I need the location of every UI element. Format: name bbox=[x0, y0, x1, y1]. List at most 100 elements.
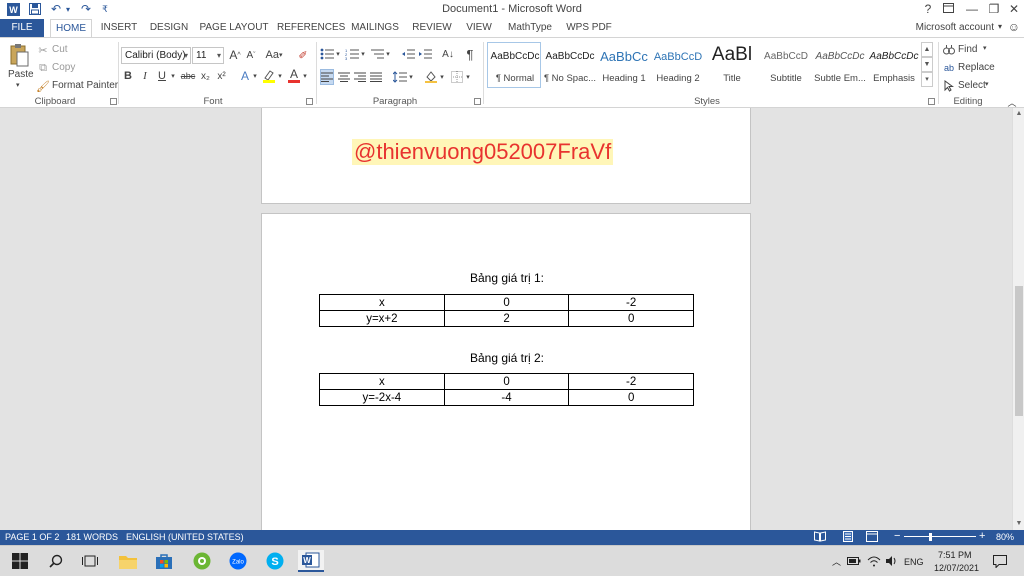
highlight-caret-icon[interactable]: ▾ bbox=[277, 68, 283, 84]
style-heading-1[interactable]: AaBbCc Heading 1 bbox=[596, 42, 650, 88]
file-explorer-icon[interactable] bbox=[116, 550, 140, 572]
word-count-status[interactable]: 181 WORDS bbox=[66, 532, 118, 542]
table-cell[interactable]: x bbox=[319, 294, 445, 311]
save-icon[interactable] bbox=[28, 2, 42, 16]
zoom-out-button[interactable]: − bbox=[894, 530, 900, 542]
zoom-in-button[interactable]: + bbox=[979, 530, 985, 542]
page-1[interactable]: @thienvuong052007FraVf bbox=[261, 108, 751, 204]
scroll-up-icon[interactable]: ▲ bbox=[1013, 108, 1024, 120]
line-spacing-caret-icon[interactable]: ▾ bbox=[408, 69, 414, 85]
decrease-indent-icon[interactable] bbox=[401, 46, 415, 62]
zoom-slider-track[interactable] bbox=[904, 536, 976, 537]
replace-button[interactable]: Replace bbox=[958, 62, 995, 73]
wifi-icon[interactable] bbox=[866, 550, 882, 572]
volume-icon[interactable] bbox=[884, 550, 900, 572]
undo-icon[interactable]: ↶ bbox=[50, 2, 62, 16]
table-cell[interactable]: 0 bbox=[568, 310, 694, 327]
table-cell[interactable]: -2 bbox=[568, 373, 694, 390]
page-count-status[interactable]: PAGE 1 OF 2 bbox=[5, 532, 59, 542]
select-caret-icon[interactable]: ▾ bbox=[985, 80, 989, 88]
search-icon[interactable] bbox=[44, 550, 68, 572]
italic-button[interactable]: I bbox=[139, 68, 151, 84]
tab-references[interactable]: REFERENCES bbox=[277, 19, 345, 37]
tab-mathtype[interactable]: MathType bbox=[505, 19, 555, 37]
justify-icon[interactable] bbox=[369, 69, 383, 85]
restore-button[interactable]: ❐ bbox=[984, 2, 1004, 17]
superscript-button[interactable]: x² bbox=[215, 68, 228, 84]
underline-button[interactable]: U bbox=[156, 68, 168, 84]
read-mode-icon[interactable] bbox=[814, 531, 826, 544]
tab-view[interactable]: VIEW bbox=[462, 19, 496, 37]
styles-scroll-down-icon[interactable]: ▼ bbox=[921, 57, 933, 72]
customize-qat-icon[interactable]: ₹ bbox=[100, 2, 110, 16]
align-center-icon[interactable] bbox=[337, 69, 351, 85]
skype-icon[interactable]: S bbox=[263, 550, 287, 572]
align-left-icon[interactable] bbox=[320, 69, 334, 85]
shading-caret-icon[interactable]: ▾ bbox=[439, 69, 445, 85]
help-button[interactable]: ? bbox=[918, 2, 938, 17]
ribbon-display-options-icon[interactable] bbox=[938, 2, 958, 17]
language-status[interactable]: ENGLISH (UNITED STATES) bbox=[126, 532, 244, 542]
value-table-1[interactable]: x 0 -2 y=x+2 2 0 bbox=[319, 294, 694, 327]
windows-start-icon[interactable] bbox=[8, 550, 32, 572]
numbering-icon[interactable]: 123 bbox=[345, 46, 359, 62]
format-painter-icon[interactable]: 🖌 bbox=[36, 78, 50, 94]
find-button[interactable]: Find bbox=[958, 44, 977, 55]
style-normal[interactable]: AaBbCcDc ¶ Normal bbox=[487, 42, 541, 88]
table-cell[interactable]: y=-2x-4 bbox=[319, 389, 445, 406]
word-app-icon[interactable]: W bbox=[6, 2, 20, 16]
font-color-button[interactable]: A bbox=[287, 66, 301, 84]
zalo-icon[interactable]: Zalo bbox=[226, 550, 250, 572]
value-table-2[interactable]: x 0 -2 y=-2x-4 -4 0 bbox=[319, 373, 694, 406]
scroll-thumb[interactable] bbox=[1015, 286, 1023, 416]
text-effects-button[interactable]: A bbox=[238, 68, 252, 84]
tab-home[interactable]: HOME bbox=[50, 19, 92, 37]
replace-icon[interactable]: ab bbox=[943, 60, 955, 76]
copy-button[interactable]: Copy bbox=[52, 62, 75, 73]
subscript-button[interactable]: x₂ bbox=[199, 68, 212, 84]
undo-dropdown-icon[interactable]: ▾ bbox=[64, 2, 72, 16]
font-color-caret-icon[interactable]: ▾ bbox=[302, 68, 308, 84]
table-cell[interactable]: y=x+2 bbox=[319, 310, 445, 327]
line-spacing-icon[interactable] bbox=[393, 69, 407, 85]
bullets-caret-icon[interactable]: ▾ bbox=[335, 46, 341, 62]
redo-icon[interactable]: ↷ bbox=[80, 2, 92, 16]
style-heading-2[interactable]: AaBbCcD Heading 2 bbox=[650, 42, 704, 88]
tab-review[interactable]: REVIEW bbox=[411, 19, 453, 37]
sort-icon[interactable]: A↓ bbox=[441, 46, 455, 62]
tab-wps-pdf[interactable]: WPS PDF bbox=[564, 19, 614, 37]
format-painter-button[interactable]: Format Painter bbox=[52, 80, 118, 91]
vertical-scrollbar[interactable]: ▲ ▼ bbox=[1012, 108, 1024, 530]
print-layout-icon[interactable] bbox=[842, 531, 854, 544]
word-taskbar-icon[interactable]: W bbox=[298, 550, 324, 572]
smiley-feedback-icon[interactable]: ☺ bbox=[1008, 20, 1020, 34]
borders-caret-icon[interactable]: ▾ bbox=[465, 69, 471, 85]
paste-button[interactable]: Paste bbox=[8, 69, 34, 80]
table-cell[interactable]: -4 bbox=[443, 389, 570, 406]
table-cell[interactable]: x bbox=[319, 373, 445, 390]
grow-font-button[interactable]: A ^ bbox=[228, 47, 242, 63]
style-emphasis[interactable]: AaBbCcDc Emphasis bbox=[866, 42, 920, 88]
table-cell[interactable]: -2 bbox=[568, 294, 694, 311]
coccoc-browser-icon[interactable] bbox=[190, 550, 214, 572]
account-caret-icon[interactable]: ▾ bbox=[998, 22, 1002, 31]
tab-file[interactable]: FILE bbox=[0, 19, 44, 37]
select-button[interactable]: Select bbox=[958, 80, 986, 91]
tab-mailings[interactable]: MAILINGS bbox=[348, 19, 402, 37]
scroll-down-icon[interactable]: ▼ bbox=[1013, 518, 1024, 530]
clock-time[interactable]: 7:51 PM bbox=[938, 550, 972, 560]
styles-scroll-up-icon[interactable]: ▲ bbox=[921, 42, 933, 57]
paragraph-launcher-icon[interactable] bbox=[474, 98, 481, 105]
styles-more-icon[interactable]: ▾ bbox=[921, 72, 933, 87]
change-case-button[interactable]: Aa ▾ bbox=[264, 47, 284, 63]
minimize-button[interactable]: — bbox=[962, 2, 982, 17]
web-layout-icon[interactable] bbox=[866, 531, 878, 544]
clipboard-launcher-icon[interactable] bbox=[110, 98, 117, 105]
strikethrough-button[interactable]: abc bbox=[180, 68, 196, 84]
close-button[interactable]: ✕ bbox=[1004, 2, 1024, 17]
cut-icon[interactable]: ✂ bbox=[37, 42, 49, 58]
clear-formatting-icon[interactable]: ✐ bbox=[296, 47, 310, 63]
shrink-font-button[interactable]: Aˇ bbox=[244, 47, 258, 63]
highlight-icon[interactable] bbox=[262, 68, 276, 84]
bullets-icon[interactable] bbox=[320, 46, 334, 62]
